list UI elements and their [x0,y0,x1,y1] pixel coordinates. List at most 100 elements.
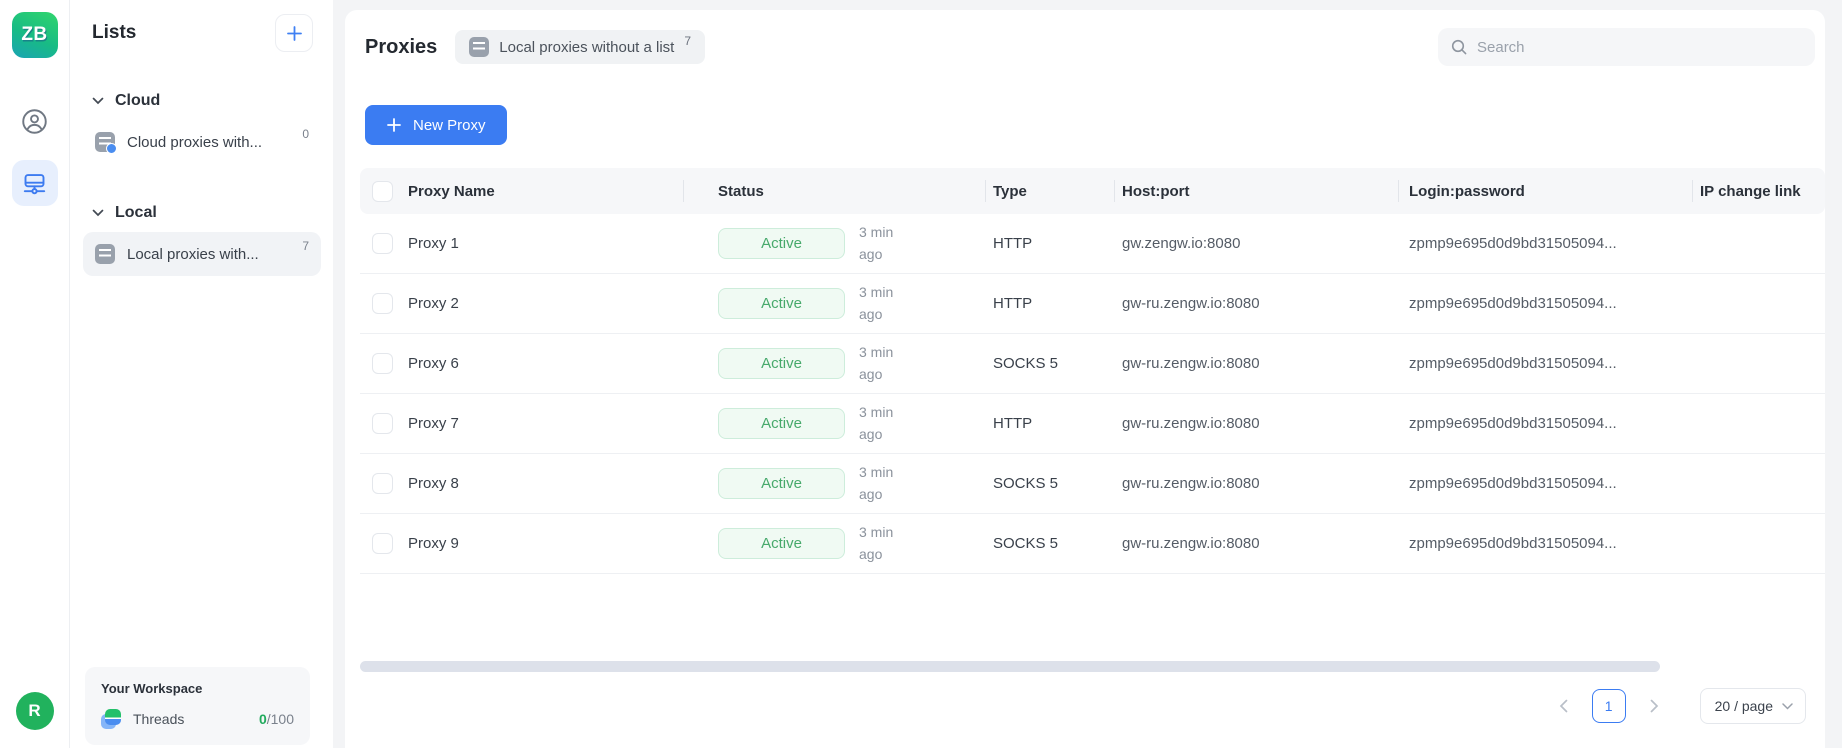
list-icon [95,244,115,264]
row-checkbox[interactable] [372,413,393,434]
column-proxy-name: Proxy Name [408,182,495,200]
page-size-value: 20 / page [1714,698,1773,714]
proxy-host-port: gw.zengw.io:8080 [1122,235,1241,252]
proxy-host-port: gw-ru.zengw.io:8080 [1122,295,1260,312]
group-header-cloud[interactable]: Cloud [70,92,333,110]
status-badge: Active [718,348,845,379]
lists-title: Lists [92,22,137,43]
table-row: Proxy 2 Active 3 min ago HTTP gw-ru.zeng… [360,274,1825,334]
workspace-card: Your Workspace Threads 0/100 [85,667,310,745]
chevron-left-icon [1559,699,1568,713]
row-checkbox[interactable] [372,353,393,374]
table-row: Proxy 6 Active 3 min ago SOCKS 5 gw-ru.z… [360,334,1825,394]
last-check-age: 3 min ago [859,463,894,502]
proxy-type: SOCKS 5 [993,355,1059,372]
threads-used: 0 [258,711,267,727]
plus-icon [285,24,304,43]
proxy-type: SOCKS 5 [993,475,1059,492]
page-number-button[interactable]: 1 [1591,689,1626,723]
page-size-select[interactable]: 20 / page [1699,688,1806,724]
main-content: Proxies Local proxies without a list 7 N… [345,10,1825,748]
status-badge: Active [718,468,845,499]
select-all-checkbox[interactable] [372,180,393,202]
proxy-login-password: zpmp9e695d0d9bd31505094... [1409,415,1617,432]
app-logo-text: ZB [21,24,48,45]
proxy-type: HTTP [993,415,1033,432]
threads-label: Threads [133,711,185,727]
page-title: Proxies [365,35,438,58]
search-input[interactable] [1477,38,1803,56]
new-proxy-label: New Proxy [413,116,486,134]
user-avatar[interactable]: R [15,692,54,730]
last-check-age: 3 min ago [859,343,894,382]
column-type: Type [985,168,1114,214]
status-badge: Active [718,528,845,559]
proxy-name: Proxy 6 [408,355,459,372]
table-row: Proxy 7 Active 3 min ago HTTP gw-ru.zeng… [360,394,1825,454]
column-ip-change-link: IP change link [1692,168,1825,214]
table-body: Proxy 1 Active 3 min ago HTTP gw.zengw.i… [360,214,1825,574]
table-row: Proxy 8 Active 3 min ago SOCKS 5 gw-ru.z… [360,454,1825,514]
chevron-down-icon [92,97,104,105]
pagination: 1 20 / page [1557,688,1806,724]
proxy-type: HTTP [993,295,1033,312]
proxy-name: Proxy 9 [408,535,459,552]
last-check-age: 3 min ago [859,283,894,322]
table-row: Proxy 1 Active 3 min ago HTTP gw.zengw.i… [360,214,1825,274]
proxy-type: HTTP [993,235,1033,252]
proxy-host-port: gw-ru.zengw.io:8080 [1122,535,1260,552]
row-checkbox[interactable] [372,233,393,254]
table-header: Proxy Name Status Type Host:port Login:p… [360,168,1825,214]
group-header-local[interactable]: Local [70,204,333,222]
new-proxy-button[interactable]: New Proxy [365,105,507,145]
table-row: Proxy 9 Active 3 min ago SOCKS 5 gw-ru.z… [360,514,1825,574]
horizontal-scrollbar[interactable] [360,661,1660,672]
status-badge: Active [718,228,845,259]
proxy-host-port: gw-ru.zengw.io:8080 [1122,475,1260,492]
last-check-age: 3 min ago [859,403,894,442]
next-page-button[interactable] [1648,697,1661,715]
cloud-list-icon [95,132,117,154]
list-filter-label: Local proxies without a list [499,38,675,56]
search-icon [1450,38,1468,56]
list-item-local-proxies[interactable]: Local proxies with... 7 [83,232,321,276]
proxy-login-password: zpmp9e695d0d9bd31505094... [1409,535,1617,552]
group-label: Cloud [115,92,161,109]
column-host-port: Host:port [1114,168,1398,214]
workspace-title: Your Workspace [101,681,203,696]
proxy-name: Proxy 1 [408,235,459,252]
list-filter-badge[interactable]: Local proxies without a list 7 [455,30,706,64]
last-check-age: 3 min ago [859,223,894,262]
list-item-cloud-proxies[interactable]: Cloud proxies with... 0 [83,120,321,164]
column-login-password: Login:password [1398,168,1692,214]
app-logo[interactable]: ZB [11,12,58,58]
account-nav-button[interactable] [12,98,58,144]
column-status: Status [683,168,985,214]
prev-page-button[interactable] [1557,697,1570,715]
list-item-label: Cloud proxies with... [127,133,263,151]
row-checkbox[interactable] [372,293,393,314]
add-list-button[interactable] [275,14,313,52]
lists-panel: Lists Cloud Cloud proxies with... 0 Loca [70,0,333,748]
user-account-icon [21,108,48,135]
list-item-count: 7 [302,239,309,253]
threads-icon [101,709,121,729]
group-label: Local [115,204,157,221]
proxy-login-password: zpmp9e695d0d9bd31505094... [1409,235,1617,252]
list-item-count: 0 [302,127,309,141]
plus-icon [386,117,402,133]
proxies-nav-button[interactable] [11,160,58,206]
threads-quota: /100 [266,711,294,727]
row-checkbox[interactable] [372,533,393,554]
list-icon [469,37,490,57]
proxy-host-port: gw-ru.zengw.io:8080 [1122,415,1260,432]
list-filter-count: 7 [684,34,692,48]
row-checkbox[interactable] [372,473,393,494]
threads-usage: 0/100 [259,711,294,727]
proxy-login-password: zpmp9e695d0d9bd31505094... [1409,355,1617,372]
proxy-name: Proxy 8 [408,475,459,492]
chevron-right-icon [1650,699,1659,713]
proxy-name: Proxy 2 [408,295,459,312]
proxy-type: SOCKS 5 [993,535,1059,552]
proxies-table: Proxy Name Status Type Host:port Login:p… [360,168,1825,574]
